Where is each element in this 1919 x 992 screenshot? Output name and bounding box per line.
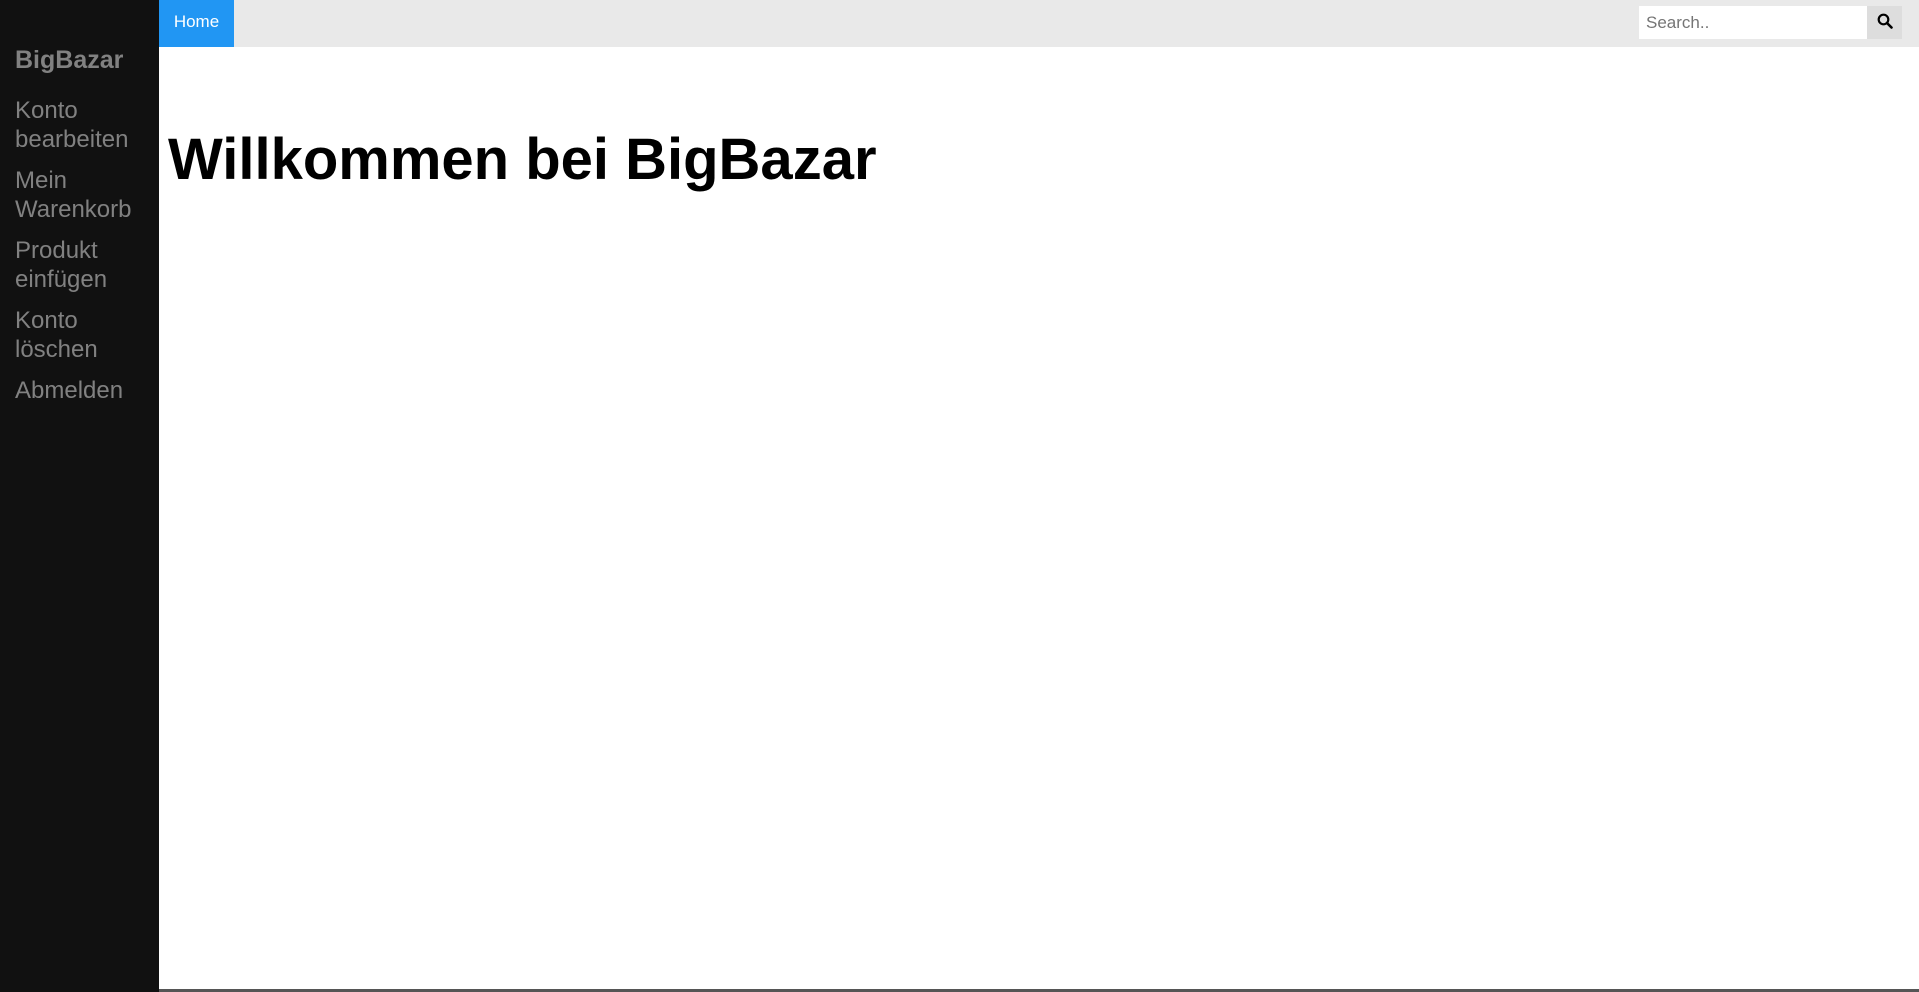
search-input[interactable] — [1639, 6, 1867, 39]
sidebar: BigBazar Konto bearbeiten Mein Warenkorb… — [0, 0, 159, 992]
search-button[interactable] — [1867, 6, 1902, 39]
sidebar-item-abmelden[interactable]: Abmelden — [0, 376, 159, 405]
top-navbar: Home — [159, 0, 1919, 47]
sidebar-item-konto-loeschen[interactable]: Konto löschen — [0, 306, 159, 364]
main-content: Willkommen bei BigBazar — [159, 47, 1919, 992]
search-form — [1639, 6, 1902, 39]
page-title: Willkommen bei BigBazar — [168, 127, 877, 192]
search-icon — [1877, 13, 1893, 32]
home-tab[interactable]: Home — [159, 0, 234, 47]
sidebar-item-produkt-einfuegen[interactable]: Produkt einfügen — [0, 236, 159, 294]
sidebar-item-konto-bearbeiten[interactable]: Konto bearbeiten — [0, 96, 159, 154]
sidebar-nav: Konto bearbeiten Mein Warenkorb Produkt … — [0, 96, 159, 405]
brand-logo-link[interactable]: BigBazar — [0, 44, 159, 76]
sidebar-item-mein-warenkorb[interactable]: Mein Warenkorb — [0, 166, 159, 224]
